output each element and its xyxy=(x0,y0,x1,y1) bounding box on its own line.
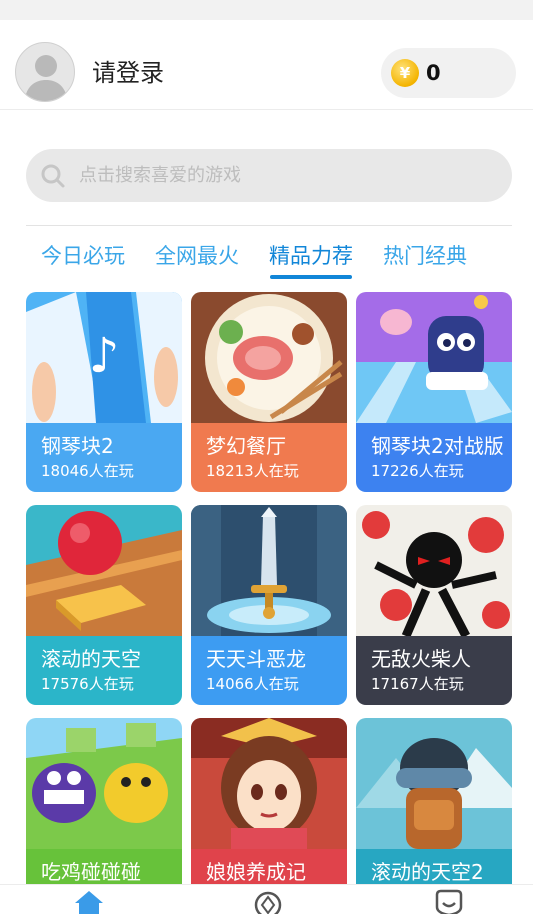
game-art-image xyxy=(356,505,512,636)
game-info: 娘娘养成记 xyxy=(191,849,347,886)
player-count: 17167人在玩 xyxy=(371,675,464,693)
game-card[interactable]: 娘娘养成记 xyxy=(191,718,347,886)
discover-icon[interactable] xyxy=(252,889,284,914)
player-count: 14066人在玩 xyxy=(206,675,299,693)
search-icon xyxy=(41,164,65,188)
game-info: 吃鸡碰碰碰 xyxy=(26,849,182,886)
game-title: 娘娘养成记 xyxy=(206,860,306,884)
game-grid: ♪ 钢琴块2 18046人在玩 梦幻餐厅 18213人在玩 钢琴块2对战版 17… xyxy=(26,292,512,886)
bottom-navigation xyxy=(0,884,533,914)
player-count: 17226人在玩 xyxy=(371,462,464,480)
game-art-image xyxy=(356,718,512,849)
tab-classic[interactable]: 热门经典 xyxy=(383,240,467,272)
game-info: 无敌火柴人 17167人在玩 xyxy=(356,636,512,705)
game-info: 梦幻餐厅 18213人在玩 xyxy=(191,423,347,492)
game-title: 天天斗恶龙 xyxy=(206,647,306,671)
game-art-image xyxy=(191,505,347,636)
active-tab-indicator xyxy=(270,275,352,279)
game-title: 滚动的天空 xyxy=(41,647,141,671)
status-bar xyxy=(0,0,533,20)
player-count: 18213人在玩 xyxy=(206,462,299,480)
tab-hottest[interactable]: 全网最火 xyxy=(155,240,239,272)
tab-today[interactable]: 今日必玩 xyxy=(41,240,125,272)
home-icon[interactable] xyxy=(73,889,105,914)
user-header: 请登录 ¥ 0 xyxy=(0,30,533,110)
coin-balance[interactable]: ¥ 0 xyxy=(381,48,516,98)
game-art-image xyxy=(26,718,182,849)
game-title: 梦幻餐厅 xyxy=(206,434,286,458)
svg-text:♪: ♪ xyxy=(89,328,120,384)
game-title: 吃鸡碰碰碰 xyxy=(41,860,141,884)
game-card[interactable]: 滚动的天空 17576人在玩 xyxy=(26,505,182,705)
search-input[interactable]: 点击搜索喜爱的游戏 xyxy=(26,149,512,202)
avatar[interactable] xyxy=(15,42,75,102)
login-link[interactable]: 请登录 xyxy=(92,57,164,89)
game-info: 滚动的天空2 xyxy=(356,849,512,886)
search-placeholder: 点击搜索喜爱的游戏 xyxy=(79,165,241,186)
coin-count: 0 xyxy=(426,61,441,85)
game-title: 钢琴块2对战版 xyxy=(371,434,504,458)
game-card[interactable]: 梦幻餐厅 18213人在玩 xyxy=(191,292,347,492)
game-art-image xyxy=(191,292,347,423)
game-card[interactable]: ♪ 钢琴块2 18046人在玩 xyxy=(26,292,182,492)
divider xyxy=(26,225,512,226)
game-info: 天天斗恶龙 14066人在玩 xyxy=(191,636,347,705)
tab-recommended[interactable]: 精品力荐 xyxy=(269,240,353,272)
game-card[interactable]: 钢琴块2对战版 17226人在玩 xyxy=(356,292,512,492)
game-art-image xyxy=(191,718,347,849)
game-art-image: ♪ xyxy=(26,292,182,423)
game-title: 钢琴块2 xyxy=(41,434,114,458)
game-info: 滚动的天空 17576人在玩 xyxy=(26,636,182,705)
game-info: 钢琴块2 18046人在玩 xyxy=(26,423,182,492)
category-tabs: 今日必玩 全网最火 精品力荐 热门经典 xyxy=(0,240,533,280)
game-title: 无敌火柴人 xyxy=(371,647,471,671)
coin-icon: ¥ xyxy=(391,59,419,87)
player-count: 17576人在玩 xyxy=(41,675,134,693)
game-card[interactable]: 滚动的天空2 xyxy=(356,718,512,886)
user-silhouette-icon xyxy=(24,55,68,101)
message-icon[interactable] xyxy=(433,889,465,914)
game-art-image xyxy=(26,505,182,636)
game-title: 滚动的天空2 xyxy=(371,860,484,884)
game-info: 钢琴块2对战版 17226人在玩 xyxy=(356,423,512,492)
game-art-image xyxy=(356,292,512,423)
game-card[interactable]: 无敌火柴人 17167人在玩 xyxy=(356,505,512,705)
player-count: 18046人在玩 xyxy=(41,462,134,480)
game-card[interactable]: 吃鸡碰碰碰 xyxy=(26,718,182,886)
game-card[interactable]: 天天斗恶龙 14066人在玩 xyxy=(191,505,347,705)
